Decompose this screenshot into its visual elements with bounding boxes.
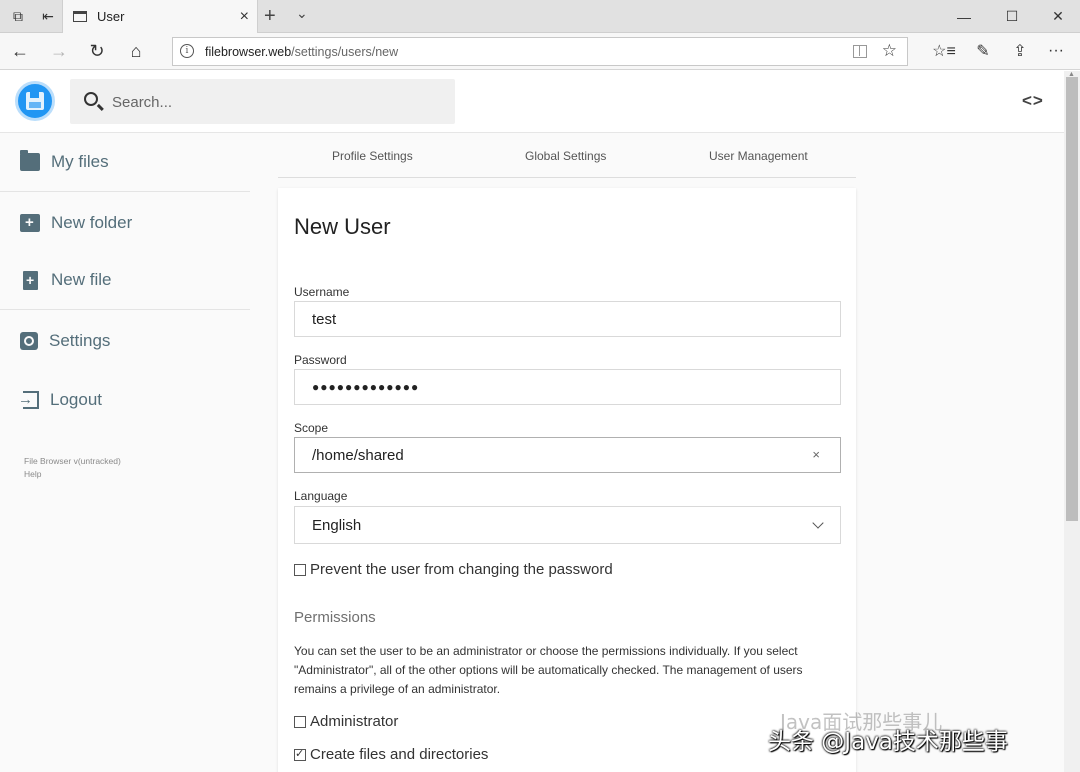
tab-profile-settings[interactable]: Profile Settings [332,149,413,163]
browser-titlebar: ⧉ ⇤ User × + ⌄ — ☐ ✕ [0,0,1080,33]
sidebar-item-new-file[interactable]: New file [0,251,250,310]
back-button[interactable]: ← [7,39,33,63]
url-text: filebrowser.web/settings/users/new [205,45,399,59]
sidebar-item-label: Logout [50,389,102,409]
close-tab-icon[interactable]: × [240,8,249,26]
share-icon[interactable]: ⇪ [1008,40,1032,62]
page-icon [73,11,87,22]
lock-password-checkbox[interactable] [294,563,306,576]
sidebar-item-new-folder[interactable]: New folder [0,193,250,252]
app-header: <> [0,71,1064,133]
scope-value: /home/shared [312,447,404,464]
favorite-star-icon[interactable]: ☆ [882,41,897,61]
tab-user-management[interactable]: User Management [709,149,808,163]
code-icon[interactable]: <> [1022,91,1044,111]
search-input[interactable] [112,91,432,113]
exit-icon [18,390,39,409]
close-window-button[interactable]: ✕ [1034,0,1080,33]
password-value: ●●●●●●●●●●●●● [312,380,420,394]
lock-password-option[interactable]: Prevent the user from changing the passw… [294,561,613,578]
minimize-button[interactable]: — [940,0,988,33]
language-label: Language [294,489,348,503]
sidebar-item-label: Settings [49,330,111,350]
tab-global-settings[interactable]: Global Settings [525,149,606,163]
create-files-checkbox[interactable] [294,747,306,761]
password-field[interactable]: ●●●●●●●●●●●●● [294,369,841,405]
scope-label: Scope [294,421,329,435]
tab-menu-chevron-icon[interactable]: ⌄ [296,5,308,22]
language-value: English [312,517,362,534]
notes-pen-icon[interactable]: ✎ [971,40,995,62]
file-browser-logo[interactable] [15,81,55,121]
more-icon[interactable]: ··· [1044,40,1068,62]
forward-button[interactable]: → [46,39,72,63]
language-select[interactable]: English [294,506,841,544]
sidebar-item-label: My files [51,152,109,171]
tab-actions-icon[interactable]: ⧉ [6,5,30,27]
chevron-down-icon [812,517,824,529]
page-scrollbar[interactable]: ▲ [1064,71,1080,772]
administrator-checkbox[interactable] [294,715,306,728]
create-new-folder-icon [20,213,40,232]
search-icon [84,92,98,106]
sidebar-item-label: New file [51,270,112,289]
reading-view-icon[interactable] [853,45,867,58]
maximize-button[interactable]: ☐ [988,0,1036,33]
permissions-heading: Permissions [294,609,376,626]
url-field[interactable]: i filebrowser.web/settings/users/new ☆ [172,37,908,66]
username-label: Username [294,285,350,299]
administrator-option[interactable]: Administrator [294,713,398,730]
page-title: New User [294,214,391,239]
new-tab-button[interactable]: + [264,5,276,28]
sidebar-item-logout[interactable]: Logout [0,370,250,429]
username-value: test [312,311,337,328]
favorites-list-icon[interactable]: ☆≡ [932,40,956,62]
watermark: 头条 @Java技术那些事 [768,729,1008,755]
sidebar-item-settings[interactable]: Settings [0,311,250,370]
settings-tabs: Profile Settings Global Settings User Ma… [278,133,856,178]
username-field[interactable]: test [294,301,841,337]
home-button[interactable]: ⌂ [123,39,149,63]
folder-icon [20,150,40,171]
address-bar-row: ← → ↻ ⌂ i filebrowser.web/settings/users… [0,33,1080,70]
scrollbar-thumb[interactable] [1066,77,1078,521]
administrator-label: Administrator [310,713,399,730]
new-user-card: New User Username test Password ●●●●●●●●… [278,188,856,772]
help-link[interactable]: Help [24,469,41,479]
scope-field[interactable]: /home/shared × [294,437,841,473]
file-browser-app: <> My files New folder New file Settings… [0,71,1064,772]
create-files-label: Create files and directories [310,746,489,763]
tab-title: User [97,9,125,24]
version-text: File Browser v(untracked) [24,456,121,466]
permissions-description: You can set the user to be an administra… [294,644,803,696]
browser-tab[interactable]: User × [62,0,258,33]
password-label: Password [294,353,347,367]
sidebar-item-my-files[interactable]: My files [0,133,250,192]
lock-password-label: Prevent the user from changing the passw… [310,561,613,578]
settings-icon [20,331,38,350]
create-files-option[interactable]: Create files and directories [294,746,488,763]
site-info-icon[interactable]: i [180,44,194,58]
refresh-button[interactable]: ↻ [84,39,110,63]
clear-icon[interactable]: × [812,447,820,462]
search-bar[interactable] [70,79,455,124]
sidebar-item-label: New folder [51,212,133,232]
note-add-icon [23,270,38,290]
set-tabs-aside-icon[interactable]: ⇤ [36,5,60,27]
